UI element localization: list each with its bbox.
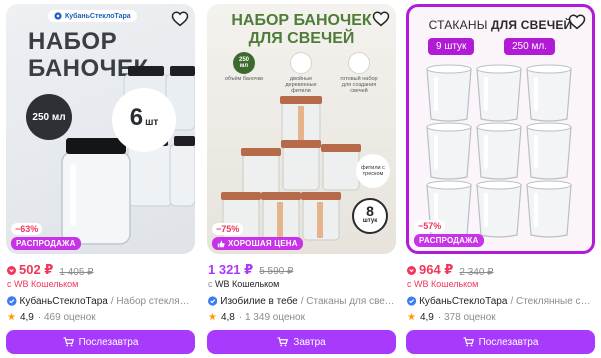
brand-row[interactable]: КубаньСтеклоТара / Стеклянные стак... [406,294,595,308]
discount-badge: −57% [414,220,446,232]
current-price: 502 ₽ [7,262,53,278]
glass-tumbler [426,122,472,180]
brand-name[interactable]: КубаньСтеклоТара [419,296,507,307]
discount-badge: −75% [212,223,244,235]
brand-row[interactable]: КубаньСтеклоТара / Набор стеклянн... [6,294,195,308]
wallet-note: с WB Кошельком [207,279,396,291]
price-value: 1 321 ₽ [208,262,254,277]
review-count: · 469 оценок [37,312,96,323]
product-name[interactable]: / Набор стеклянн... [111,296,195,307]
price-row: 502 ₽ 1 405 ₽ [6,262,195,278]
thumbs-up-icon [217,240,225,247]
count-badge: 6 шт [112,88,176,152]
product-name[interactable]: / Стаканы для свече... [301,296,396,307]
wallet-note: с WB Кошельком [6,279,195,291]
count-unit: шт [145,117,159,128]
count-number: 6 [129,104,144,131]
wallet-prefix: с [208,279,213,289]
heart-icon[interactable] [171,10,189,28]
old-price: 5 590 ₽ [259,266,294,277]
add-to-cart-button[interactable]: Завтра [207,330,396,354]
cart-icon [63,337,74,347]
wick-badge: фитили с треском [356,154,390,188]
wallet-name: WB Кошельком [215,279,280,289]
count-badge: 8 штук [352,198,388,234]
verified-icon [407,296,417,306]
badge-label: ХОРОШАЯ ЦЕНА [228,239,298,248]
sale-badge: РАСПРОДАЖА [414,234,484,247]
cart-icon [463,337,474,347]
wallet-prefix: с [7,279,12,289]
star-icon: ★ [7,312,16,323]
rating-row: ★ 4,8 · 1 349 оценок [207,311,396,324]
volume-badge: 250 мл [26,94,72,140]
product-name[interactable]: / Стеклянные стак... [510,296,595,307]
product-image[interactable]: СТАКАНЫ ДЛЯ СВЕЧЕЙ 9 штук 250 мл. −57% Р… [406,4,595,254]
star-icon: ★ [208,312,217,323]
product-image[interactable]: НАБОР БАНОЧЕК ДЛЯ СВЕЧЕЙ 250 мл объём бан… [207,4,396,254]
wallet-icon [407,265,416,275]
glass-tumbler [526,180,572,238]
glass-tumbler [426,64,472,122]
sale-badge: РАСПРОДАЖА [11,237,81,250]
old-price: 2 340 ₽ [459,266,494,278]
add-to-cart-button[interactable]: Послезавтра [6,330,195,354]
old-price: 1 405 ₽ [59,266,94,278]
product-grid: КубаньСтеклоТара НАБОР БАНОЧЕК 250 мл 6 … [0,0,601,358]
brand-name[interactable]: Изобилие в тебе [220,296,297,307]
wallet-name: WB Кошельком [414,279,479,289]
cart-icon [277,337,289,347]
product-card[interactable]: КубаньСтеклоТара НАБОР БАНОЧЕК 250 мл 6 … [6,4,195,354]
count-unit: штук [362,218,378,224]
price-row: 1 321 ₽ 5 590 ₽ [207,262,396,278]
good-price-badge: ХОРОШАЯ ЦЕНА [212,237,303,250]
count-number: 8 [366,203,374,219]
brand-row[interactable]: Изобилие в тебе / Стаканы для свече... [207,294,396,308]
current-price: 1 321 ₽ [208,262,253,278]
rating-value: 4,8 [220,312,235,323]
price-value: 964 ₽ [419,262,454,277]
rating-row: ★ 4,9 · 378 оценок [406,311,595,324]
verified-icon [208,296,218,306]
price-value: 502 ₽ [19,262,54,277]
wallet-note: с WB Кошельком [406,279,595,291]
star-icon: ★ [407,312,416,323]
glass-tumbler [476,64,522,122]
wallet-icon [7,265,16,275]
glass-tumbler [476,122,522,180]
heart-icon[interactable] [568,13,586,31]
product-card[interactable]: СТАКАНЫ ДЛЯ СВЕЧЕЙ 9 штук 250 мл. −57% Р… [406,4,595,354]
wallet-name: WB Кошельком [14,279,79,289]
product-image[interactable]: КубаньСтеклоТара НАБОР БАНОЧЕК 250 мл 6 … [6,4,195,254]
delivery-label: Послезавтра [478,336,539,348]
glass-tumbler [526,64,572,122]
delivery-label: Послезавтра [78,336,139,348]
brand-name[interactable]: КубаньСтеклоТара [20,296,108,307]
heart-icon[interactable] [372,10,390,28]
rating-row: ★ 4,9 · 469 оценок [6,311,195,324]
current-price: 964 ₽ [407,262,453,278]
delivery-label: Завтра [293,336,326,348]
review-count: · 1 349 оценок [238,312,305,323]
price-row: 964 ₽ 2 340 ₽ [406,262,595,278]
review-count: · 378 оценок [437,312,496,323]
rating-value: 4,9 [19,312,34,323]
add-to-cart-button[interactable]: Послезавтра [406,330,595,354]
rating-value: 4,9 [419,312,434,323]
verified-icon [7,296,17,306]
product-card[interactable]: НАБОР БАНОЧЕК ДЛЯ СВЕЧЕЙ 250 мл объём бан… [207,4,396,354]
wallet-prefix: с [407,279,412,289]
glass-tumbler [526,122,572,180]
glass-tumbler [476,180,522,238]
glasses-illustration [426,64,572,238]
discount-badge: −63% [11,223,43,235]
